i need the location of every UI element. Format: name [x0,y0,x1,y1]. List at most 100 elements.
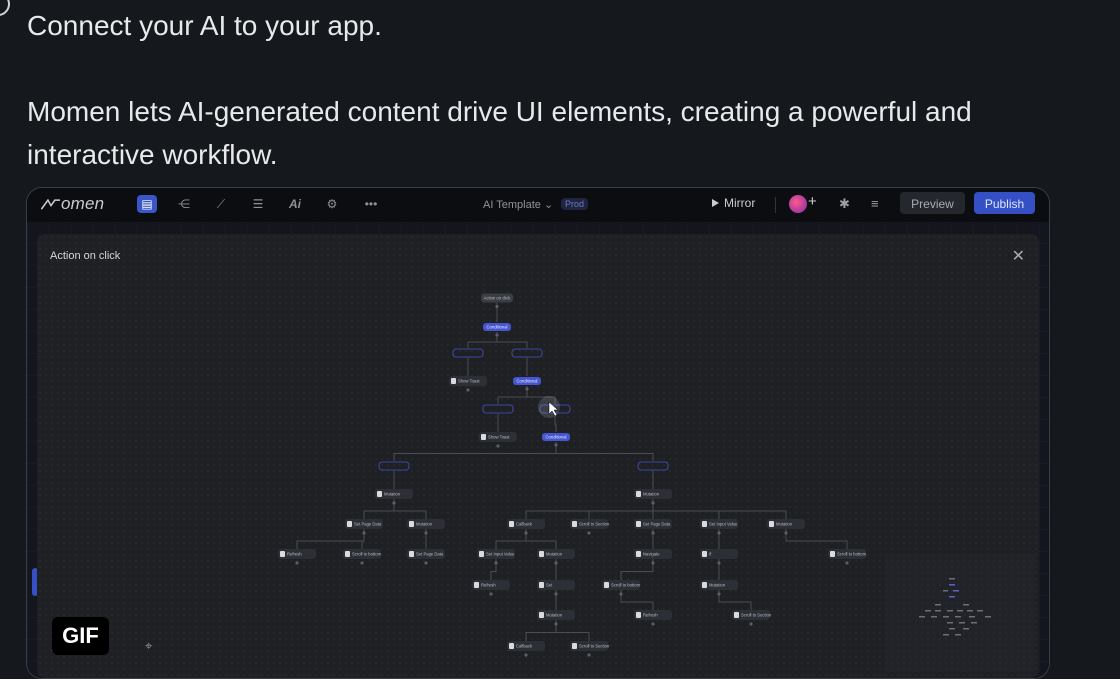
flow-node-d5[interactable]: Mutation [537,549,575,565]
more-icon[interactable]: ••• [361,195,381,213]
flow-node-b1r[interactable] [511,348,543,358]
mirror-button[interactable]: Mirror [712,196,755,210]
flow-node-d6[interactable]: Navigate [634,549,672,565]
add-collaborator-icon[interactable]: + [808,193,817,210]
flow-node-g1[interactable]: Callback [507,641,545,657]
flow-node-a5[interactable]: Set Page Data [634,519,672,535]
tree-icon[interactable]: ⋲ [174,195,194,213]
add-step-icon[interactable] [495,304,499,309]
action-icon [539,582,544,588]
add-step-icon[interactable] [845,561,849,565]
add-step-icon[interactable] [466,388,470,392]
add-step-icon[interactable] [784,531,788,535]
add-step-icon[interactable] [717,592,721,596]
add-step-icon[interactable] [717,531,721,535]
flow-node-b3r[interactable] [637,461,669,471]
add-step-icon[interactable] [651,501,655,505]
add-step-icon[interactable] [496,444,500,448]
add-step-icon[interactable] [362,531,366,535]
add-step-icon[interactable] [424,561,428,565]
flow-node-b3l[interactable] [378,461,410,471]
add-step-icon[interactable] [554,592,558,596]
flow-node-m2[interactable]: Mutation [634,489,672,505]
flow-node-label: Mutation [776,522,793,527]
flow-node-a4[interactable]: Scroll to Section [570,519,610,535]
flow-node-d3[interactable]: Set Page Data [407,549,445,565]
add-step-icon[interactable] [749,622,753,626]
database-icon[interactable]: ≡ [871,196,879,211]
add-step-icon[interactable] [424,531,428,535]
add-step-icon[interactable] [495,333,499,337]
flow-node-d1[interactable]: Refresh [278,549,316,565]
flow-node-b1l[interactable] [452,348,484,358]
chevron-down-icon: ⌄ [543,199,554,211]
flow-node-a6[interactable]: Set Input Value [700,519,738,535]
wand-icon[interactable]: ⟋ [211,195,231,213]
template-selector[interactable]: AI Template ⌄ [483,198,553,211]
flow-node-a7[interactable]: Mutation [767,519,805,535]
gear-icon[interactable]: ⚙ [322,195,342,213]
env-badge[interactable]: Prod [561,198,589,210]
flow-node-c1[interactable]: Conditional [483,323,511,337]
flow-node-d8[interactable]: Scroll to bottom [828,549,867,565]
add-step-icon[interactable] [554,622,558,626]
flow-node-b2l[interactable] [482,404,514,414]
author-avatar[interactable] [0,0,10,16]
add-step-icon[interactable] [295,561,299,565]
flow-node-d7[interactable]: If [700,549,738,565]
flow-node-label: Scroll to Section [579,522,610,527]
flow-node-label: Scroll to Section [579,644,610,649]
layers-icon[interactable]: ☰ [248,195,268,213]
flow-node-t1[interactable]: Show Toast [449,376,487,392]
flow-node-c2[interactable]: Conditional [513,377,541,391]
add-step-icon[interactable] [554,561,558,565]
publish-button[interactable]: Publish [974,192,1035,214]
pages-icon[interactable]: ▤ [137,195,157,213]
tweet-media-gif[interactable]: omen ▤ ⋲ ⟋ ☰ Ai ⚙ ••• AI Template ⌄ Prod… [26,187,1050,679]
flow-node-label: Action on click [484,296,512,301]
add-step-icon[interactable] [717,561,721,565]
add-step-icon[interactable] [392,501,396,505]
flow-node-a2[interactable]: Mutation [407,519,445,535]
flow-node-g2[interactable]: Scroll to Section [570,641,610,657]
collaborator-avatar[interactable] [789,195,807,213]
add-step-icon[interactable] [489,592,493,596]
add-step-icon[interactable] [524,531,528,535]
add-step-icon[interactable] [651,531,655,535]
flow-node-f1[interactable]: Mutation [537,610,575,626]
flow-node-d2[interactable]: Scroll to bottom [343,549,382,565]
flow-node-root[interactable]: Action on click [481,293,513,309]
add-step-icon[interactable] [554,443,558,447]
flow-node-label: Mutation [643,492,660,497]
flow-node-e1[interactable]: Refresh [472,580,510,596]
play-icon [712,199,719,207]
ai-icon[interactable]: Ai [285,195,305,213]
flow-node-m1[interactable]: Mutation [375,489,413,505]
debug-icon[interactable]: ✱ [839,196,850,212]
add-step-icon[interactable] [619,592,623,596]
flow-node-f2[interactable]: Refresh [634,610,672,626]
add-step-icon[interactable] [494,561,498,565]
add-step-icon[interactable] [651,561,655,565]
locate-icon[interactable]: ⌖ [145,638,152,654]
flow-node-a1[interactable]: Set Page Data [345,519,383,535]
add-step-icon[interactable] [360,561,364,565]
flow-node-e3[interactable]: Scroll to bottom [602,580,641,596]
flow-node-e4[interactable]: Mutation [700,580,738,596]
preview-button[interactable]: Preview [900,192,965,214]
flow-node-e2[interactable]: Set [537,580,575,596]
add-step-icon[interactable] [587,531,591,535]
action-icon [280,551,285,557]
add-step-icon[interactable] [524,653,528,657]
flow-node-t2[interactable]: Show Toast [479,432,517,448]
minimap-preview [919,578,991,636]
add-step-icon[interactable] [651,622,655,626]
flow-node-a3[interactable]: Callback [507,519,545,535]
flow-node-f3[interactable]: Scroll to Section [732,610,772,626]
add-step-icon[interactable] [587,653,591,657]
flow-node-d4[interactable]: Set Input Value [477,549,515,565]
add-step-icon[interactable] [525,387,529,391]
flow-minimap[interactable] [885,554,1035,672]
flow-node-c3[interactable]: Conditional [542,433,570,447]
flow-edge [785,529,848,549]
